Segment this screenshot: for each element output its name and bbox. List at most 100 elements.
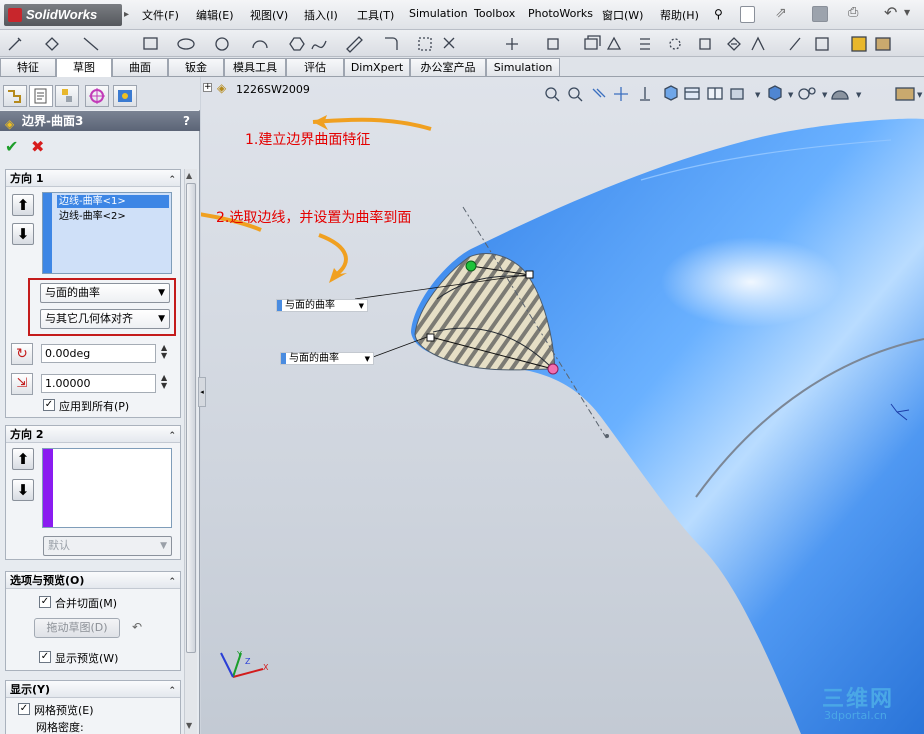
move-up-button[interactable]: ⬆ (12, 194, 34, 216)
tab-evaluate[interactable]: 评估 (286, 58, 344, 76)
tangent-type-select[interactable]: 与面的曲率 ▼ (40, 283, 170, 303)
help-button[interactable]: ? (183, 111, 190, 131)
direction2-header[interactable]: 方向 2 ⌃ (6, 426, 180, 443)
tangent-length-input[interactable]: 1.00000 (41, 374, 156, 393)
display-manager-icon[interactable] (113, 85, 137, 107)
tangent-handle[interactable] (525, 270, 534, 279)
tangent-handle[interactable] (426, 333, 435, 342)
direction2-listbox[interactable] (42, 448, 172, 528)
start-handle-green[interactable] (465, 260, 477, 272)
options-header[interactable]: 选项与预览(O) ⌃ (6, 572, 180, 589)
display-header[interactable]: 显示(Y) ⌃ (6, 681, 180, 698)
merge-tangent-checkbox[interactable]: ✓ (39, 596, 51, 608)
ok-button[interactable]: ✔ (5, 137, 18, 156)
direction1-group: 方向 1 ⌃ ⬆ ⬇ 边线-曲率<1> 边线-曲率<2> 与面的曲率 ▼ 与其它几何… (5, 169, 181, 418)
leader-line (372, 336, 428, 358)
open-document-icon[interactable]: ⇗ (775, 5, 787, 21)
tab-dimxpert[interactable]: DimXpert (344, 58, 410, 76)
callout-color-bar (281, 353, 286, 364)
dimxpert-manager-icon[interactable] (85, 85, 109, 107)
drag-sketch-button[interactable]: 拖动草图(D) (34, 618, 120, 638)
menu-photoworks[interactable]: PhotoWorks (528, 7, 593, 20)
scroll-up-icon[interactable]: ▲ (186, 171, 192, 180)
tab-simulation[interactable]: Simulation (486, 58, 560, 76)
menu-insert[interactable]: 插入(I) (304, 7, 338, 23)
tab-sketch[interactable]: 草图 (56, 58, 112, 77)
menu-toolbox[interactable]: Toolbox (474, 7, 515, 20)
move-down-button[interactable]: ⬇ (12, 479, 34, 501)
undo-sketch-drag-icon[interactable]: ↶ (132, 620, 142, 634)
collapse-icon[interactable]: ⌃ (168, 428, 176, 445)
model-origin-triad (890, 403, 910, 421)
list-item[interactable]: 边线-曲率<1> (57, 195, 169, 208)
show-preview-label: 显示预览(W) (55, 652, 119, 665)
x-axis-icon (232, 668, 264, 678)
tab-surfaces[interactable]: 曲面 (112, 58, 168, 76)
print-icon[interactable]: ⎙ (848, 5, 858, 20)
callout-curvature-2[interactable]: 与面的曲率 ▼ (280, 352, 374, 365)
blue-surface-body (411, 118, 924, 734)
collapse-icon[interactable]: ⌃ (168, 574, 176, 591)
new-document-icon[interactable] (740, 6, 755, 23)
end-handle-pink[interactable] (547, 363, 559, 375)
move-up-button[interactable]: ⬆ (12, 448, 34, 470)
annotation-arrow-3 (318, 233, 348, 276)
collapse-icon[interactable]: ⌃ (168, 683, 176, 700)
tab-features[interactable]: 特征 (0, 58, 56, 76)
angle-spinner[interactable]: ▲ ▼ (161, 344, 167, 360)
scrollbar-thumb[interactable] (186, 183, 196, 653)
pin-icon[interactable]: ⚲ (714, 7, 723, 21)
tangent-length-icon[interactable]: ⇲ (11, 373, 33, 395)
direction2-type-select[interactable]: 默认 ▼ (43, 536, 172, 556)
menu-tools[interactable]: 工具(T) (357, 7, 394, 23)
feature-title-bar: ◈ 边界-曲面3 ? (0, 111, 200, 131)
configuration-manager-icon[interactable] (55, 85, 79, 107)
menu-file[interactable]: 文件(F) (142, 7, 179, 23)
menu-view[interactable]: 视图(V) (250, 7, 288, 23)
cancel-button[interactable]: ✖ (31, 137, 44, 156)
tab-mold-tools[interactable]: 模具工具 (224, 58, 286, 76)
feature-manager-icon[interactable] (3, 85, 27, 107)
tab-office-products[interactable]: 办公室产品 (410, 58, 486, 76)
length-spinner[interactable]: ▲ ▼ (161, 374, 167, 390)
feature-title: 边界-曲面3 (22, 114, 84, 128)
chevron-down-icon: ▼ (364, 355, 370, 363)
specular-highlight (661, 237, 841, 327)
draft-angle-icon[interactable]: ↻ (11, 343, 33, 365)
move-down-button[interactable]: ⬇ (12, 223, 34, 245)
alignment-select[interactable]: 与其它几何体对齐 ▼ (40, 309, 170, 329)
mesh-preview-checkbox[interactable]: ✓ (18, 703, 30, 715)
scroll-down-icon[interactable]: ▼ (186, 721, 192, 730)
menu-help[interactable]: 帮助(H) (660, 7, 699, 23)
annotation-arrowhead (329, 268, 347, 283)
draft-angle-input[interactable]: 0.00deg (41, 344, 156, 363)
direction1-header[interactable]: 方向 1 ⌃ (6, 170, 180, 187)
fillet-icon (385, 37, 398, 50)
curves-listbox[interactable]: 边线-曲率<1> 边线-曲率<2> (42, 192, 172, 274)
undo-dropdown-icon[interactable]: ▼ (904, 8, 910, 17)
move-icon (699, 38, 711, 50)
direction2-group: 方向 2 ⌃ ⬆ ⬇ 默认 ▼ (5, 425, 181, 560)
menu-window[interactable]: 窗口(W) (602, 7, 643, 23)
circular-pattern-icon (669, 38, 681, 50)
undo-icon[interactable]: ↶ (884, 3, 897, 22)
property-manager-icon[interactable] (29, 85, 53, 107)
tab-sheet-metal[interactable]: 钣金 (168, 58, 224, 76)
apply-all-checkbox[interactable]: ✓ (43, 399, 55, 411)
list-item[interactable]: 边线-曲率<2> (57, 210, 126, 223)
solidworks-logo[interactable]: SolidWorks (4, 4, 122, 26)
panel-scrollbar[interactable]: ▲ ▼ (184, 169, 197, 734)
watermark-url: 3dportal.cn (824, 709, 887, 722)
menu-expand-icon[interactable]: ▸ (124, 4, 134, 26)
show-preview-checkbox[interactable]: ✓ (39, 651, 51, 663)
graphics-area[interactable]: ◂ + ◈ 1226SW2009 ▼ ▼ ▼ ▼ ▼ 与面的曲率 ▼ 与面的曲率… (198, 77, 924, 734)
options-icon (851, 36, 867, 52)
centerline-end (605, 434, 609, 438)
options-group: 选项与预览(O) ⌃ ✓ 合并切面(M) 拖动草图(D) ↶ ✓ 显示预览(W) (5, 571, 181, 671)
callout-curvature-1[interactable]: 与面的曲率 ▼ (276, 299, 368, 312)
trim-icon (443, 37, 455, 49)
save-icon[interactable] (812, 6, 828, 22)
menu-edit[interactable]: 编辑(E) (196, 7, 234, 23)
collapse-icon[interactable]: ⌃ (168, 172, 176, 189)
menu-simulation[interactable]: Simulation (409, 7, 468, 20)
